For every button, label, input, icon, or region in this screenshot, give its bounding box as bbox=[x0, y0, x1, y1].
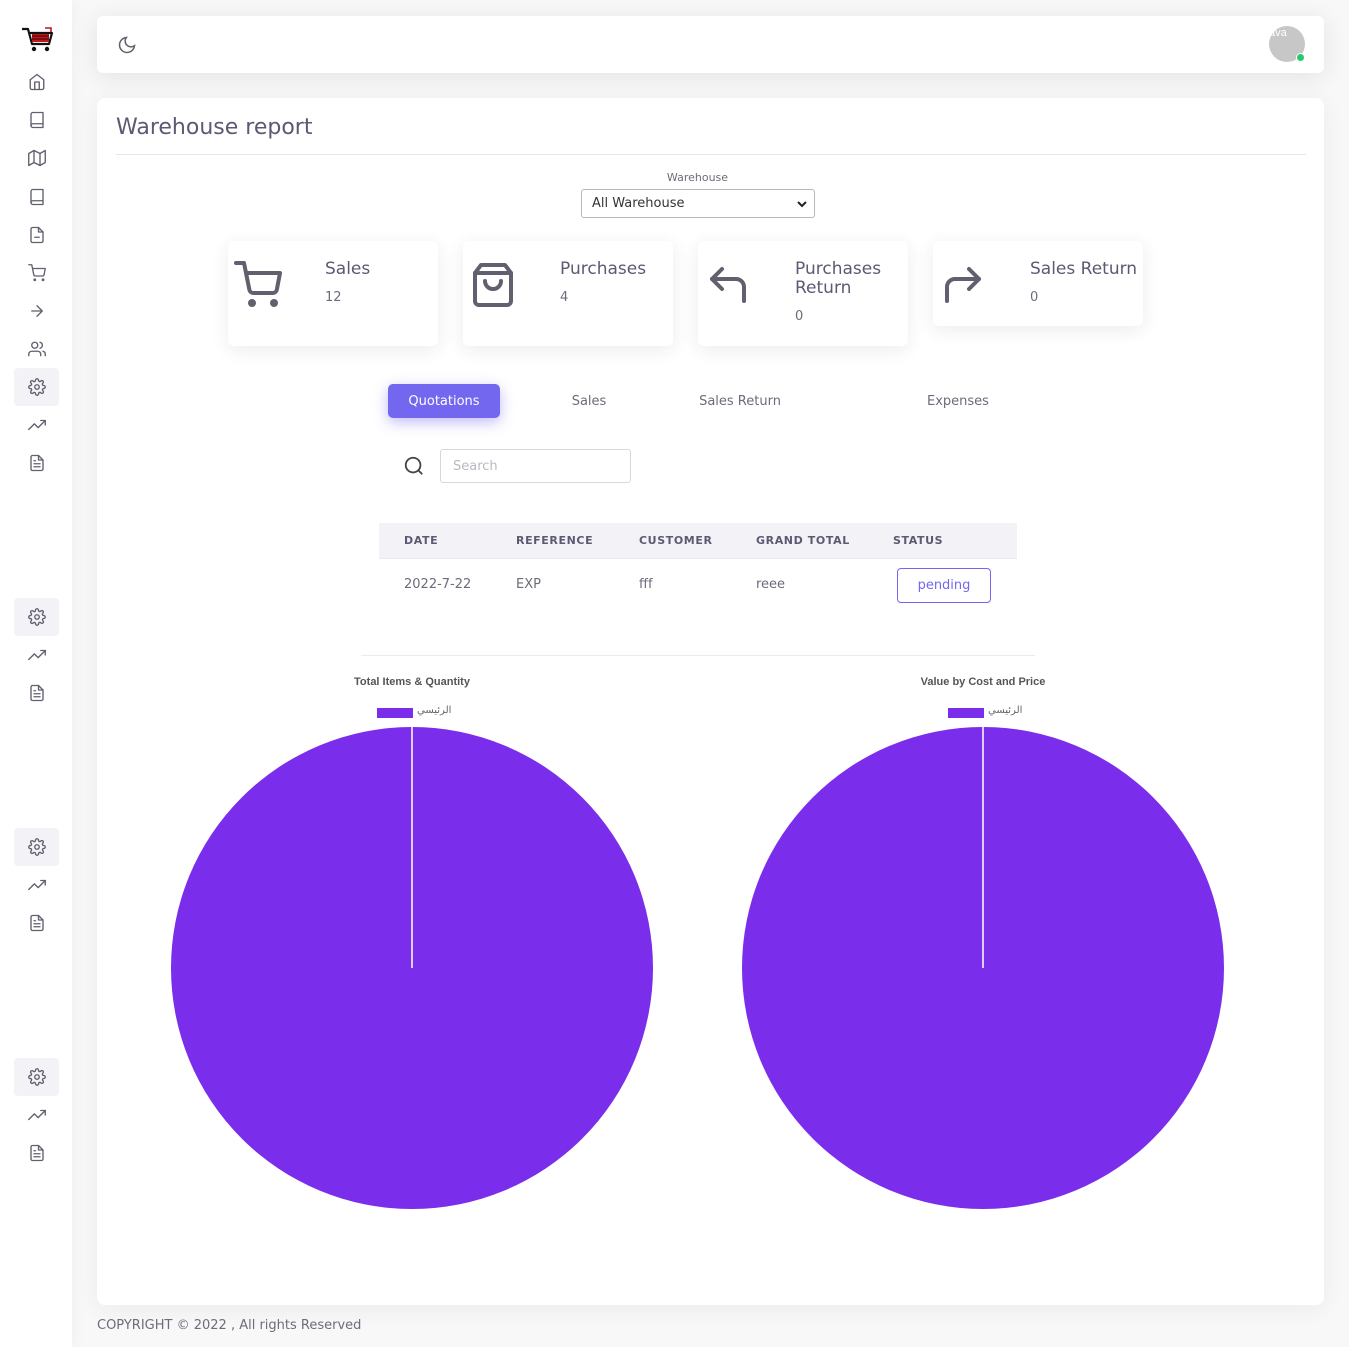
cart-icon[interactable] bbox=[14, 254, 59, 292]
cell-date: 2022-7-22 bbox=[404, 577, 472, 592]
corner-up-right-icon bbox=[939, 261, 987, 309]
book-icon[interactable] bbox=[14, 101, 59, 139]
file-icon[interactable] bbox=[14, 216, 59, 254]
trending-up-icon[interactable] bbox=[14, 406, 59, 444]
sidebar bbox=[0, 0, 72, 1347]
settings-icon[interactable] bbox=[14, 368, 59, 406]
stat-value: 4 bbox=[560, 290, 569, 305]
stat-card-purchases-return[interactable]: Purchases Return 0 bbox=[698, 241, 908, 346]
top-navbar: ava bbox=[97, 16, 1324, 73]
column-header-date: DATE bbox=[404, 534, 439, 547]
file-text-icon[interactable] bbox=[14, 674, 59, 712]
stat-value: 12 bbox=[325, 290, 342, 305]
avatar-alt-text: ava bbox=[1269, 27, 1287, 39]
chevron-down-icon bbox=[797, 201, 807, 208]
users-icon[interactable] bbox=[14, 330, 59, 368]
trending-up-icon[interactable] bbox=[14, 866, 59, 904]
search-icon bbox=[403, 455, 425, 477]
tab-sales[interactable]: Sales bbox=[549, 384, 629, 418]
file-text-icon[interactable] bbox=[14, 1134, 59, 1172]
chart-title: Total Items & Quantity bbox=[354, 676, 470, 688]
page-title: Warehouse report bbox=[116, 115, 313, 140]
column-header-customer: CUSTOMER bbox=[639, 534, 713, 547]
home-icon[interactable] bbox=[14, 63, 59, 101]
avatar[interactable]: ava bbox=[1269, 26, 1305, 62]
map-icon[interactable] bbox=[14, 139, 59, 177]
trending-up-icon[interactable] bbox=[14, 1096, 59, 1134]
column-header-status: STATUS bbox=[893, 534, 944, 547]
legend-swatch[interactable] bbox=[948, 708, 984, 718]
corner-up-left-icon bbox=[704, 261, 752, 309]
column-header-reference: REFERENCE bbox=[516, 534, 594, 547]
warehouse-report-card: Warehouse report Warehouse All Warehouse… bbox=[97, 98, 1324, 1305]
cart-logo-icon[interactable] bbox=[21, 26, 55, 54]
stat-label: Purchases Return bbox=[795, 259, 882, 298]
legend-label: الرئيسي bbox=[988, 705, 1023, 716]
pie-chart-total-items bbox=[171, 727, 653, 1209]
tab-expenses[interactable]: Expenses bbox=[913, 384, 1003, 418]
arrow-right-icon[interactable] bbox=[14, 292, 59, 330]
stat-value: 0 bbox=[1030, 290, 1039, 305]
chart-title: Value by Cost and Price bbox=[920, 676, 1046, 688]
column-header-grand-total: GRAND TOTAL bbox=[756, 534, 850, 547]
tab-sales-return[interactable]: Sales Return bbox=[689, 384, 791, 418]
settings-icon[interactable] bbox=[14, 598, 59, 636]
stat-label: Sales Return bbox=[1030, 259, 1138, 279]
settings-icon[interactable] bbox=[14, 1058, 59, 1096]
stat-card-sales-return[interactable]: Sales Return 0 bbox=[933, 241, 1143, 326]
moon-icon[interactable] bbox=[117, 35, 137, 55]
legend-label: الرئيسي bbox=[417, 705, 452, 716]
warehouse-label: Warehouse bbox=[666, 171, 729, 184]
status-badge[interactable]: pending bbox=[897, 568, 991, 603]
trending-up-icon[interactable] bbox=[14, 636, 59, 674]
pie-chart-value-cost-price bbox=[742, 727, 1224, 1209]
stat-label: Purchases bbox=[560, 259, 647, 279]
shopping-bag-icon bbox=[469, 261, 517, 309]
cell-reference: EXP bbox=[516, 577, 541, 592]
search-input[interactable] bbox=[440, 449, 631, 483]
divider bbox=[361, 655, 1035, 656]
file-text-icon[interactable] bbox=[14, 444, 59, 482]
footer-copyright: COPYRIGHT © 2022 , All rights Reserved bbox=[97, 1318, 362, 1333]
cell-customer: fff bbox=[639, 577, 653, 592]
stat-card-purchases[interactable]: Purchases 4 bbox=[463, 241, 673, 346]
divider bbox=[116, 154, 1306, 155]
book-icon[interactable] bbox=[14, 178, 59, 216]
stat-value: 0 bbox=[795, 309, 804, 324]
warehouse-select-value: All Warehouse bbox=[592, 196, 685, 211]
online-status-dot bbox=[1296, 53, 1305, 62]
file-text-icon[interactable] bbox=[14, 904, 59, 942]
stat-label: Sales bbox=[325, 259, 371, 279]
settings-icon[interactable] bbox=[14, 828, 59, 866]
table-header: DATE REFERENCE CUSTOMER GRAND TOTAL STAT… bbox=[379, 523, 1017, 559]
tab-quotations[interactable]: Quotations bbox=[388, 384, 500, 418]
stat-card-sales[interactable]: Sales 12 bbox=[228, 241, 438, 346]
legend-swatch[interactable] bbox=[377, 708, 413, 718]
warehouse-select[interactable]: All Warehouse bbox=[581, 189, 815, 218]
cell-grand-total: reee bbox=[756, 577, 786, 592]
cart-icon bbox=[234, 261, 282, 309]
